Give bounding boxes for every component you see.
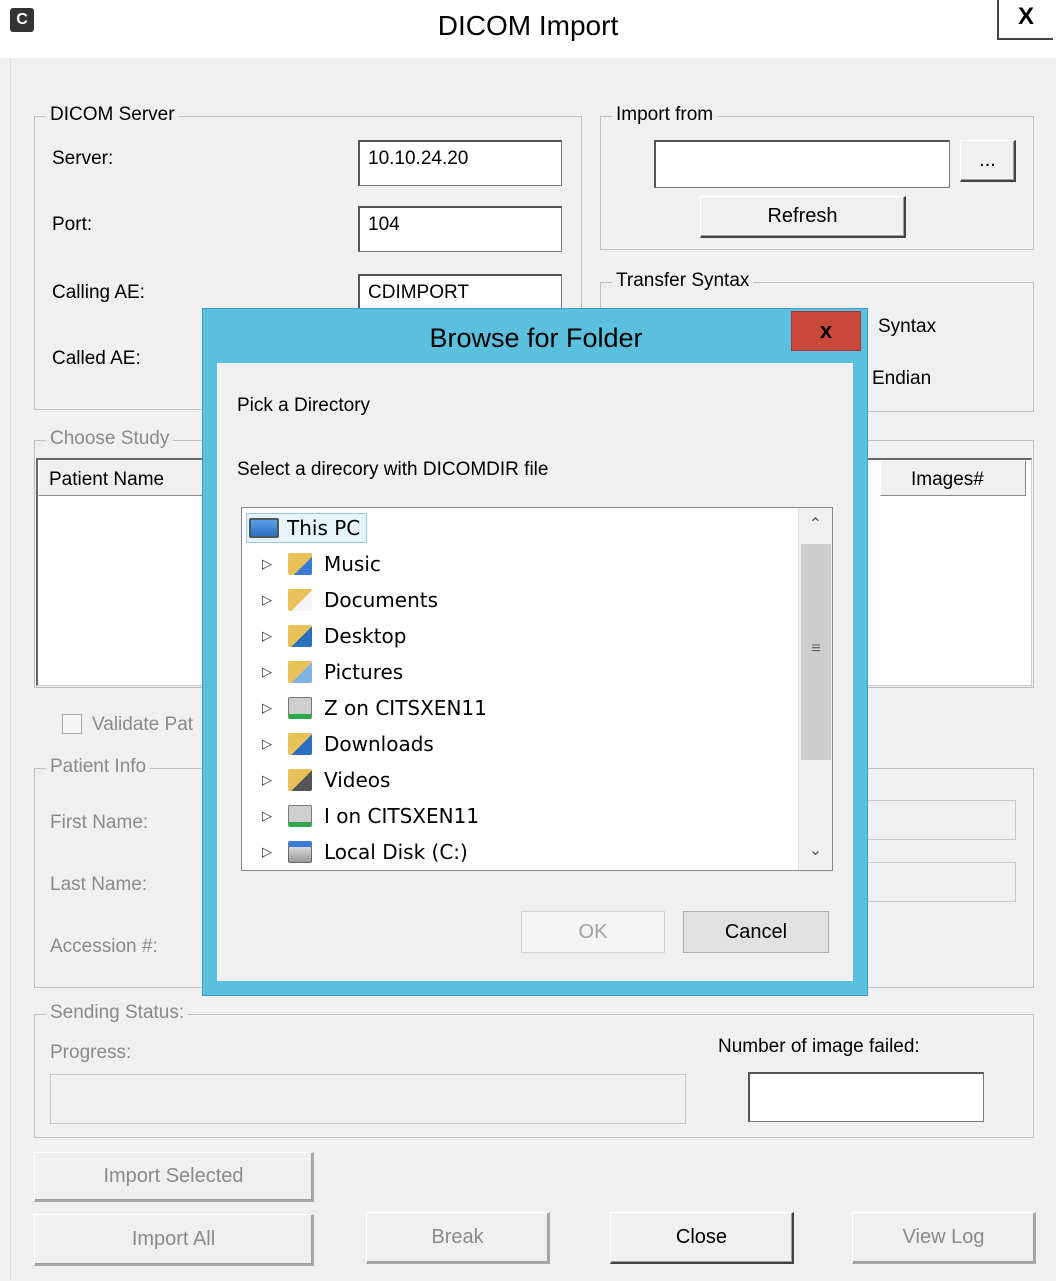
expand-arrow-icon[interactable]: ▷ bbox=[260, 665, 274, 680]
tree-item[interactable]: ▷ Music bbox=[242, 546, 798, 582]
break-button[interactable]: Break bbox=[366, 1212, 550, 1264]
tree-item-label: This PC bbox=[287, 516, 361, 540]
title-bar: C DICOM Import X bbox=[0, 0, 1056, 58]
tree-item-label: Videos bbox=[324, 768, 391, 792]
validate-checkbox[interactable] bbox=[62, 714, 82, 734]
first-name-label: First Name: bbox=[50, 812, 149, 833]
tree-item[interactable]: This PC bbox=[242, 510, 798, 546]
import-all-button[interactable]: Import All bbox=[34, 1214, 314, 1266]
tree-item[interactable]: ▷ Local Disk (C:) bbox=[242, 834, 798, 870]
dialog-instruction: Select a direcory with DICOMDIR file bbox=[237, 459, 549, 480]
server-label: Server: bbox=[52, 148, 114, 169]
tree-item-label: Music bbox=[324, 552, 381, 576]
patient-info-legend: Patient Info bbox=[46, 756, 151, 778]
downloads-folder-icon bbox=[288, 733, 312, 755]
local-disk-icon bbox=[288, 841, 312, 863]
calling-ae-label: Calling AE: bbox=[52, 282, 145, 303]
window-close-button[interactable]: X bbox=[997, 0, 1053, 40]
failed-count-label: Number of image failed: bbox=[718, 1036, 920, 1057]
accession-label: Accession #: bbox=[50, 936, 158, 957]
expand-arrow-icon[interactable]: ▷ bbox=[260, 737, 274, 752]
port-label: Port: bbox=[52, 214, 93, 235]
network-drive-icon bbox=[288, 697, 312, 719]
dialog-heading: Pick a Directory bbox=[237, 395, 371, 416]
dialog-title: Browse for Folder bbox=[429, 323, 643, 353]
first-name-input[interactable] bbox=[860, 800, 1016, 840]
progress-label: Progress: bbox=[50, 1042, 132, 1063]
documents-folder-icon bbox=[288, 589, 312, 611]
transfer-syntax-legend: Transfer Syntax bbox=[612, 270, 754, 292]
dialog-body: Pick a Directory Select a direcory with … bbox=[217, 363, 853, 981]
network-drive-icon bbox=[288, 805, 312, 827]
expand-arrow-icon[interactable]: ▷ bbox=[260, 593, 274, 608]
browse-folder-dialog: Browse for Folder x Pick a Directory Sel… bbox=[202, 308, 868, 996]
tree-item[interactable]: ▷ Z on CITSXEN11 bbox=[242, 690, 798, 726]
scroll-up-icon[interactable]: ⌃ bbox=[799, 508, 832, 542]
tree-item-label: I on CITSXEN11 bbox=[324, 804, 480, 828]
transfer-syntax-option-1[interactable]: Syntax bbox=[878, 316, 936, 338]
expand-arrow-icon[interactable]: ▷ bbox=[260, 629, 274, 644]
browse-button[interactable]: ... bbox=[960, 140, 1016, 182]
progress-bar bbox=[50, 1074, 686, 1124]
this-pc-icon bbox=[249, 518, 279, 538]
tree-item-label: Z on CITSXEN11 bbox=[324, 696, 487, 720]
column-header-images[interactable]: Images# bbox=[880, 460, 1026, 496]
expand-arrow-icon[interactable]: ▷ bbox=[260, 557, 274, 572]
tree-item-label: Documents bbox=[324, 588, 439, 612]
called-ae-label: Called AE: bbox=[52, 348, 141, 369]
last-name-label: Last Name: bbox=[50, 874, 148, 895]
view-log-button[interactable]: View Log bbox=[852, 1212, 1036, 1264]
ok-button[interactable]: OK bbox=[521, 911, 665, 953]
server-input[interactable]: 10.10.24.20 bbox=[358, 140, 562, 186]
tree-item-label: Pictures bbox=[324, 660, 404, 684]
pictures-folder-icon bbox=[288, 661, 312, 683]
transfer-syntax-option-2[interactable]: Endian bbox=[872, 368, 931, 390]
tree-item-label: Local Disk (C:) bbox=[324, 840, 468, 864]
refresh-button[interactable]: Refresh bbox=[700, 196, 906, 238]
import-from-legend: Import from bbox=[612, 104, 718, 126]
tree-item[interactable]: ▷ I on CITSXEN11 bbox=[242, 798, 798, 834]
expand-arrow-icon[interactable]: ▷ bbox=[260, 845, 274, 860]
tree-item[interactable]: ▷ Videos bbox=[242, 762, 798, 798]
import-selected-button[interactable]: Import Selected bbox=[34, 1152, 314, 1202]
close-button[interactable]: Close bbox=[610, 1212, 794, 1264]
scroll-thumb[interactable]: ≡ bbox=[801, 544, 831, 760]
failed-count-field bbox=[748, 1072, 984, 1122]
scroll-down-icon[interactable]: ⌄ bbox=[799, 834, 832, 868]
desktop-folder-icon bbox=[288, 625, 312, 647]
tree-item[interactable]: ▷ Downloads bbox=[242, 726, 798, 762]
expand-arrow-icon[interactable]: ▷ bbox=[260, 773, 274, 788]
tree-item-label: Downloads bbox=[324, 732, 434, 756]
window-title: DICOM Import bbox=[437, 10, 619, 41]
import-path-input[interactable] bbox=[654, 140, 950, 188]
choose-study-legend: Choose Study bbox=[46, 428, 174, 450]
cancel-button[interactable]: Cancel bbox=[683, 911, 829, 953]
sending-status-legend: Sending Status: bbox=[46, 1002, 189, 1024]
expand-arrow-icon[interactable]: ▷ bbox=[260, 809, 274, 824]
folder-tree[interactable]: This PC ▷ Music ▷ Documents ▷ Desktop ▷ Pictures… bbox=[241, 507, 833, 871]
expand-arrow-icon[interactable]: ▷ bbox=[260, 701, 274, 716]
dicom-server-legend: DICOM Server bbox=[46, 104, 179, 126]
validate-label: Validate Pat bbox=[92, 714, 194, 735]
tree-item[interactable]: ▷ Pictures bbox=[242, 654, 798, 690]
tree-scrollbar[interactable]: ⌃ ≡ ⌄ bbox=[798, 508, 832, 870]
tree-item[interactable]: ▷ Documents bbox=[242, 582, 798, 618]
tree-item[interactable]: ▷ Desktop bbox=[242, 618, 798, 654]
tree-item-selection[interactable]: This PC bbox=[246, 513, 368, 543]
tree-item-label: Desktop bbox=[324, 624, 407, 648]
last-name-input[interactable] bbox=[860, 862, 1016, 902]
port-input[interactable]: 104 bbox=[358, 206, 562, 252]
music-folder-icon bbox=[288, 553, 312, 575]
videos-folder-icon bbox=[288, 769, 312, 791]
grip-icon: ≡ bbox=[811, 640, 821, 657]
dialog-close-button[interactable]: x bbox=[791, 311, 861, 351]
